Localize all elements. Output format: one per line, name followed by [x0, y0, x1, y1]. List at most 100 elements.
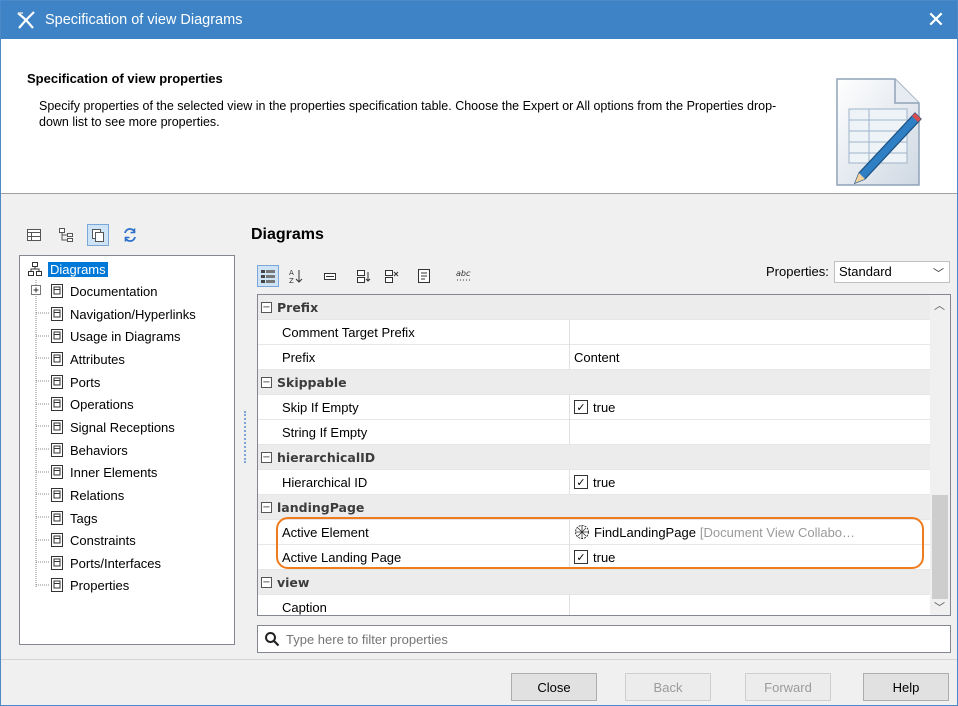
property-name: Prefix — [258, 344, 570, 370]
property-row[interactable]: Prefix Content — [258, 344, 930, 370]
property-value: true — [593, 474, 616, 490]
back-button[interactable]: Back — [625, 673, 711, 701]
tree-item-label: Properties — [70, 577, 130, 593]
copy-icon[interactable] — [87, 224, 109, 246]
property-row[interactable]: Active Landing Page ✓ true — [258, 544, 930, 570]
tree-item-ports-interfaces[interactable]: Ports/Interfaces — [50, 553, 161, 573]
tree-item-behaviors[interactable]: Behaviors — [50, 440, 128, 460]
tree-item-navigation[interactable]: Navigation/Hyperlinks — [50, 304, 196, 324]
panel-title: Diagrams — [251, 226, 324, 243]
scroll-up-icon[interactable]: ︿ — [934, 297, 945, 313]
close-button[interactable]: Close — [511, 673, 597, 701]
property-row[interactable]: Active Element FindLandingPage [Document… — [258, 519, 930, 545]
tree-item-attributes[interactable]: Attributes — [50, 349, 125, 369]
property-value: true — [593, 399, 616, 415]
close-icon[interactable]: ✕ — [921, 5, 951, 35]
collapse-all-icon[interactable] — [381, 265, 403, 287]
tree-item-label: Behaviors — [70, 442, 128, 458]
page-icon — [50, 284, 64, 298]
page-icon — [50, 352, 64, 366]
page-icon — [50, 329, 64, 343]
refresh-icon[interactable] — [119, 224, 141, 246]
checkbox-checked-icon[interactable]: ✓ — [574, 550, 588, 564]
property-name: Comment Target Prefix — [258, 319, 570, 345]
sort-az-icon[interactable]: AZ — [285, 265, 307, 287]
table-icon[interactable] — [23, 224, 45, 246]
window-title: Specification of view Diagrams — [45, 12, 243, 28]
divider — [1, 659, 957, 660]
property-row[interactable]: String If Empty — [258, 419, 930, 445]
property-name: Skip If Empty — [258, 394, 570, 420]
svg-text:Z: Z — [289, 277, 294, 284]
checkbox-checked-icon[interactable]: ✓ — [574, 475, 588, 489]
page-icon — [50, 578, 64, 592]
group-row-skippable[interactable]: − Skippable — [258, 370, 930, 395]
tree-item-label: Navigation/Hyperlinks — [70, 306, 196, 322]
tree-item-label: Tags — [70, 510, 98, 526]
collapse-box-icon[interactable]: − — [261, 301, 272, 313]
group-label: view — [277, 574, 310, 590]
search-icon — [264, 631, 280, 647]
page-icon — [50, 375, 64, 389]
property-row[interactable]: Comment Target Prefix — [258, 319, 930, 345]
property-value[interactable]: Content — [570, 350, 620, 365]
collapse-box-icon[interactable]: − — [261, 501, 272, 513]
properties-select-value: Standard — [839, 264, 892, 279]
properties-select[interactable]: Standard ﹀ — [834, 261, 950, 283]
property-row[interactable]: Caption — [258, 594, 930, 615]
tree-item-operations[interactable]: Operations — [50, 394, 134, 414]
dialog-window: Specification of view Diagrams ✕ Specifi… — [0, 0, 958, 706]
tree-item-label: Documentation — [70, 283, 158, 299]
group-row-landing[interactable]: − landingPage — [258, 495, 930, 520]
tree-item-label: Relations — [70, 487, 125, 503]
collapse-box-icon[interactable]: − — [261, 376, 272, 388]
tree-item-properties[interactable]: Properties — [50, 575, 129, 595]
tree-icon[interactable] — [55, 224, 77, 246]
page-icon — [50, 556, 64, 570]
group-row-view[interactable]: − view — [258, 570, 930, 595]
property-row[interactable]: Hierarchical ID ✓ true — [258, 469, 930, 495]
spell-check-icon[interactable]: abc — [453, 265, 475, 287]
page-icon — [50, 307, 64, 321]
group-row-hierarchical[interactable]: − hierarchicalID — [258, 445, 930, 470]
tree-item-signal-receptions[interactable]: Signal Receptions — [50, 417, 175, 437]
categorized-icon[interactable] — [257, 265, 279, 287]
filter-input[interactable] — [286, 631, 886, 647]
scroll-down-icon[interactable]: ﹀ — [934, 599, 945, 615]
properties-grid: − Prefix Comment Target Prefix Prefix Con… — [257, 294, 951, 616]
expand-all-icon[interactable] — [353, 265, 375, 287]
page-icon — [50, 465, 64, 479]
collapse-rows-icon[interactable] — [319, 265, 341, 287]
tree-item-tags[interactable]: Tags — [50, 508, 97, 528]
property-name: Caption — [258, 594, 570, 615]
svg-text:abc: abc — [456, 269, 471, 278]
filter-box[interactable] — [257, 625, 951, 653]
forward-button[interactable]: Forward — [745, 673, 831, 701]
tree-item-ports[interactable]: Ports — [50, 372, 100, 392]
description-icon[interactable] — [413, 265, 435, 287]
checkbox-checked-icon[interactable]: ✓ — [574, 400, 588, 414]
property-value: true — [593, 549, 616, 565]
collapse-box-icon[interactable]: − — [261, 451, 272, 463]
group-label: landingPage — [277, 499, 365, 515]
tree-item-label: Inner Elements — [70, 464, 158, 480]
tree-item-constraints[interactable]: Constraints — [50, 530, 136, 550]
tree-item-label: Operations — [70, 396, 134, 412]
tree-root-label: Diagrams — [48, 261, 108, 277]
tree-item-documentation[interactable]: Documentation — [50, 281, 157, 301]
tree-item-relations[interactable]: Relations — [50, 485, 124, 505]
vertical-scrollbar[interactable]: ︿ ﹀ — [930, 295, 950, 615]
collapse-box-icon[interactable]: − — [261, 576, 272, 588]
tree-item-label: Ports/Interfaces — [70, 555, 162, 571]
property-row[interactable]: Skip If Empty ✓ true — [258, 394, 930, 420]
tree-root-diagrams[interactable]: Diagrams — [28, 259, 108, 279]
page-icon — [50, 511, 64, 525]
group-row-prefix[interactable]: − Prefix — [258, 295, 930, 320]
help-button[interactable]: Help — [863, 673, 949, 701]
document-pencil-icon — [831, 73, 927, 194]
tree-item-inner-elements[interactable]: Inner Elements — [50, 462, 157, 482]
svg-text:A: A — [289, 269, 294, 277]
tree-item-usage[interactable]: Usage in Diagrams — [50, 326, 181, 346]
panel-splitter[interactable] — [244, 411, 248, 463]
scroll-thumb[interactable] — [932, 495, 948, 599]
